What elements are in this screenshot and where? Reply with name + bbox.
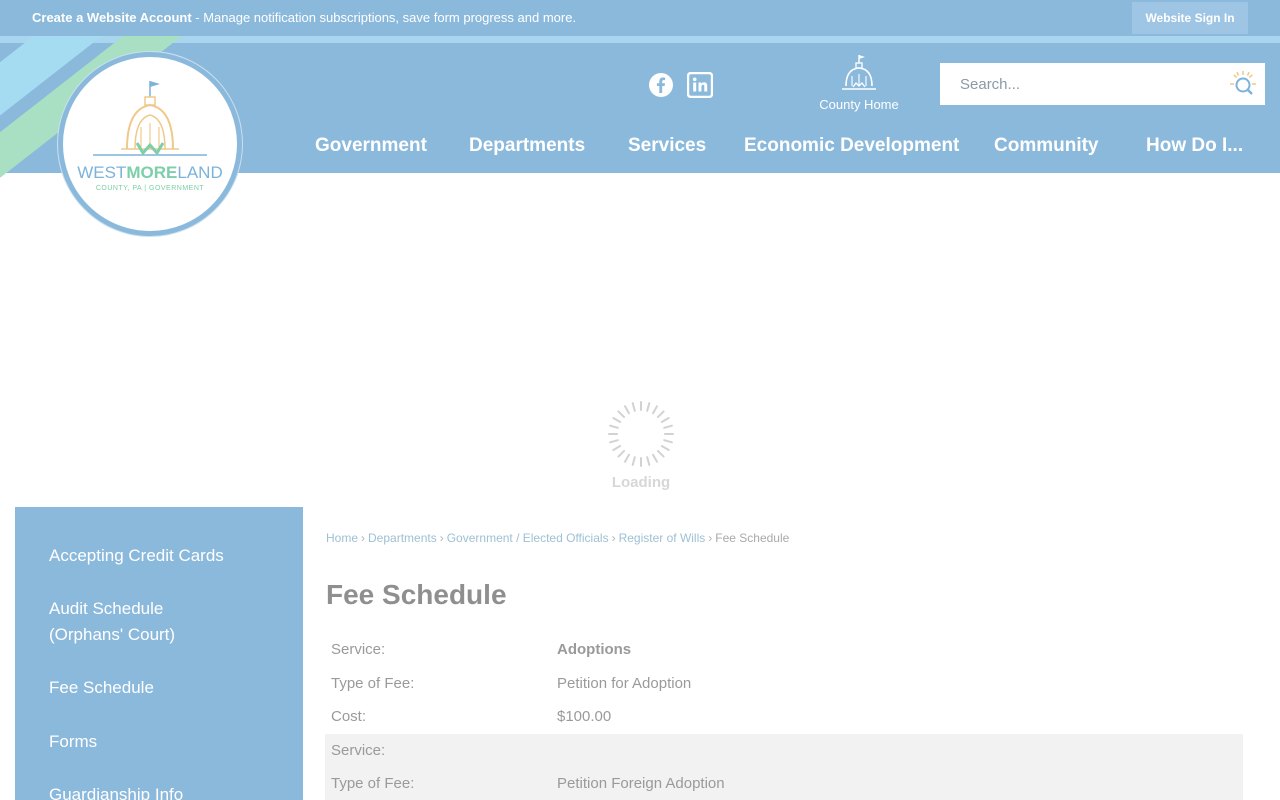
table-row: Cost: $100.00 [325,700,1243,734]
table-row: Type of Fee: Petition for Adoption [325,667,1243,701]
logo-word-west: WEST [77,163,127,182]
row-key: Type of Fee: [331,775,415,792]
nav-government[interactable]: Government [315,135,427,163]
create-account-description: - Manage notification subscriptions, sav… [191,10,577,25]
row-key: Type of Fee: [331,674,415,692]
sidebar-item-forms[interactable]: Forms [49,729,279,755]
nav-how-do-i[interactable]: How Do I... [1146,135,1243,163]
table-row: Service: [325,733,1243,767]
main-content: Home › Departments › Government / Elected Of… [303,507,1265,800]
breadcrumb-home[interactable]: Home [326,531,358,545]
row-value: Petition Foreign Adoption [557,775,725,792]
logo-wordmark: WESTMORELAND [63,163,237,183]
breadcrumb-register-of-wills[interactable]: Register of Wills [619,531,706,545]
linkedin-icon[interactable] [686,71,714,99]
row-value: Petition for Adoption [557,674,692,692]
capitol-dome-icon [842,55,876,90]
breadcrumb-government-elected-officials[interactable]: Government / Elected Officials [447,531,609,545]
row-key: Service: [331,741,386,759]
row-value: Adoptions [557,641,632,658]
create-account-bold[interactable]: Create a Website Account [32,10,192,25]
nav-economic-development[interactable]: Economic Development [744,135,959,163]
account-banner: Create a Website Account - Manage notifi… [0,0,1280,36]
search-icon[interactable] [1228,69,1258,99]
table-row: Type of Fee: Petition Foreign Adoption [325,767,1243,800]
table-row: Service: Adoptions [325,633,1243,667]
nav-community[interactable]: Community [994,135,1099,163]
county-home-link[interactable]: County Home [812,54,906,116]
logo-word-more: MORE [126,163,178,182]
county-home-label[interactable]: County Home [812,97,906,112]
nav-departments[interactable]: Departments [469,135,585,163]
sidebar-item-audit-schedule[interactable]: Audit Schedule (Orphans' Court) [49,596,219,648]
row-key: Service: [331,641,386,658]
loading-indicator: Loading [600,398,682,498]
logo-subtitle: COUNTY, PA | GOVERNMENT [95,185,205,192]
logo-word-land: LAND [177,163,223,182]
page-title: Fee Schedule [326,579,507,610]
search-input[interactable] [940,63,1220,105]
fee-schedule-table: Service: Adoptions Type of Fee: Petition… [325,633,1243,800]
breadcrumb: Home › Departments › Government / Elected Of… [326,531,789,545]
page: Create a Website Account - Manage notifi… [0,0,1280,800]
sidebar-item-accepting-credit-cards[interactable]: Accepting Credit Cards [49,543,279,569]
nav-services[interactable]: Services [628,135,706,163]
create-account-link[interactable]: Create a Website Account - Manage notifi… [32,10,576,25]
website-sign-in-button[interactable]: Website Sign In [1132,2,1248,34]
capitol-logo-icon [93,81,207,156]
breadcrumb-separator: › [361,531,366,545]
sidebar-item-fee-schedule[interactable]: Fee Schedule [49,675,279,701]
sidebar-item-guardianship-info[interactable]: Guardianship Info [49,782,279,800]
spinner-icon [608,401,674,467]
loading-label: Loading [611,474,671,491]
breadcrumb-separator: › [708,531,713,545]
breadcrumb-departments[interactable]: Departments [368,531,437,545]
breadcrumb-separator: › [439,531,444,545]
row-key: Cost: [331,708,367,725]
search-box [940,63,1265,105]
breadcrumb-current: Fee Schedule [715,531,790,545]
sidebar-nav: Accepting Credit Cards Audit Schedule (O… [15,507,303,800]
county-logo[interactable]: WESTMORELAND COUNTY, PA | GOVERNMENT [58,52,242,236]
breadcrumb-separator: › [611,531,616,545]
facebook-icon[interactable] [648,72,674,98]
row-value: $100.00 [557,708,612,725]
